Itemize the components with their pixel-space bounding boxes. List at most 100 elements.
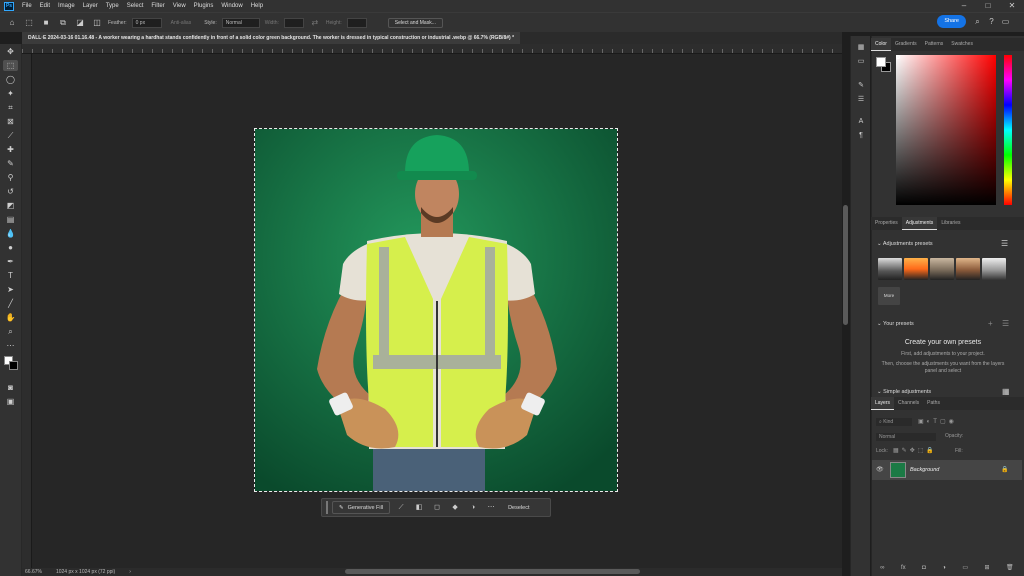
history-brush-tool-icon[interactable]: ↺ [3,186,18,197]
drag-handle[interactable] [326,501,328,514]
path-selection-tool-icon[interactable]: ➤ [3,284,18,295]
simple-adjustments-heading[interactable]: ⌄ Simple adjustments [877,389,931,395]
menu-filter[interactable]: Filter [147,3,168,9]
vertical-scrollbar[interactable] [843,205,848,325]
more-presets-button[interactable]: More [878,287,900,305]
your-presets-heading[interactable]: ⌄ Your presets [877,321,914,327]
tab-adjustments[interactable]: Adjustments [901,217,938,230]
fill-selection-icon[interactable]: ◆ [448,501,462,514]
adjustment-layer-icon[interactable]: ◑ [942,562,946,574]
tab-properties[interactable]: Properties [871,217,902,230]
tab-swatches[interactable]: Swatches [947,38,977,51]
adjustments-presets-heading[interactable]: ⌄ Adjustments presets [877,241,933,247]
home-icon[interactable]: ⌂ [6,17,18,29]
layer-visibility-eye-icon[interactable]: 👁 [876,466,884,473]
lasso-tool-icon[interactable]: ◯ [3,74,18,85]
status-arrow-icon[interactable]: › [129,568,131,576]
delete-layer-icon[interactable]: 🗑 [1006,562,1014,574]
gradient-tool-icon[interactable]: ▤ [3,214,18,225]
add-preset-icon[interactable]: + [988,319,993,328]
eraser-tool-icon[interactable]: ◩ [3,200,18,211]
background-color-swatch[interactable] [9,361,18,370]
paragraph-icon[interactable]: ¶ [855,130,867,141]
hue-slider[interactable] [1004,55,1012,205]
history-icon[interactable]: ▦ [855,42,867,53]
line-tool-icon[interactable]: ╱ [3,298,18,309]
menu-layer[interactable]: Layer [79,3,102,9]
close-button[interactable]: ✕ [1000,0,1024,12]
tab-libraries[interactable]: Libraries [937,217,964,230]
preset-thumb-sepia[interactable] [930,258,954,280]
properties-sliders-icon[interactable]: ☰ [855,94,867,105]
document-tab[interactable]: DALL·E 2024-03-16 01.16.48 - A worker we… [22,32,521,44]
tab-gradients[interactable]: Gradients [891,38,921,51]
document-image[interactable] [254,128,618,492]
swap-icon[interactable]: ⇄ [309,17,321,29]
menu-view[interactable]: View [169,3,190,9]
lock-icons[interactable]: ▦✎✥⬚🔒 [893,447,937,454]
grid-view-icon[interactable]: ▦ [1002,387,1010,396]
width-input[interactable] [283,17,304,28]
preset-thumb-warm[interactable] [904,258,928,280]
panel-foreground-swatch[interactable] [876,57,886,67]
color-picker-handle[interactable] [896,55,900,59]
move-tool-icon[interactable]: ✥ [3,46,18,57]
menu-edit[interactable]: Edit [36,3,54,9]
maximize-button[interactable]: □ [976,0,1000,12]
modify-selection-icon[interactable]: ⟋ [394,501,408,514]
blur-tool-icon[interactable]: 💧 [3,228,18,239]
preset-thumb-bw[interactable] [878,258,902,280]
marquee-preset-icon[interactable]: ⬚ [23,17,35,29]
eyedropper-tool-icon[interactable]: ⟋ [3,130,18,141]
horizontal-scrollbar[interactable] [345,569,640,574]
link-layers-icon[interactable]: ∞ [880,562,884,574]
layer-name[interactable]: Background [910,467,939,473]
new-selection-icon[interactable]: ■ [40,17,52,29]
tab-color[interactable]: Color [871,38,891,51]
screen-mode-icon[interactable]: ▣ [3,396,18,407]
workspace-icon[interactable]: ▭ [1000,16,1011,27]
object-selection-tool-icon[interactable]: ✦ [3,88,18,99]
zoom-level[interactable]: 66.67% [25,568,42,576]
new-layer-icon[interactable]: ⊞ [985,562,990,574]
color-field[interactable] [896,55,996,205]
menu-window[interactable]: Window [217,3,246,9]
brush-settings-icon[interactable]: ✎ [855,80,867,91]
marquee-tool-icon[interactable]: ⬚ [3,60,18,71]
quick-mask-icon[interactable]: ◙ [3,382,18,393]
zoom-tool-icon[interactable]: ⌕ [3,326,18,337]
layer-filter-kind[interactable]: ⌕ Kind [876,418,912,426]
more-tools-icon[interactable]: ⋯ [3,340,18,351]
comments-icon[interactable]: ▭ [855,56,867,67]
dodge-tool-icon[interactable]: ● [3,242,18,253]
menu-plugins[interactable]: Plugins [190,3,218,9]
new-group-icon[interactable]: ▭ [962,562,968,574]
frame-tool-icon[interactable]: ⊠ [3,116,18,127]
tab-channels[interactable]: Channels [894,397,923,410]
layer-lock-icon[interactable]: 🔒 [1001,466,1008,473]
height-input[interactable] [346,17,367,28]
deselect-button[interactable]: Deselect [508,505,529,511]
menu-help[interactable]: Help [247,3,267,9]
intersect-selection-icon[interactable]: ◫ [91,17,103,29]
preset-thumb-vintage[interactable] [956,258,980,280]
pen-tool-icon[interactable]: ✒ [3,256,18,267]
crop-tool-icon[interactable]: ⌗ [3,102,18,113]
clone-stamp-tool-icon[interactable]: ⚲ [3,172,18,183]
generative-fill-button[interactable]: ✎ Generative Fill [332,501,391,514]
search-icon[interactable]: ⌕ [972,16,983,27]
character-icon[interactable]: A [855,116,867,127]
mask-icon[interactable]: ◻ [430,501,444,514]
menu-type[interactable]: Type [102,3,123,9]
preset-thumb-fade[interactable] [982,258,1006,280]
menu-file[interactable]: File [18,3,36,9]
layer-filter-icons[interactable]: ▣◐T▢◉ [918,418,957,425]
more-options-icon[interactable]: ⋯ [484,501,498,514]
type-tool-icon[interactable]: T [3,270,18,281]
menu-image[interactable]: Image [54,3,79,9]
menu-select[interactable]: Select [123,3,148,9]
layer-style-icon[interactable]: fx [901,562,906,574]
subtract-selection-icon[interactable]: ◪ [74,17,86,29]
tab-layers[interactable]: Layers [871,397,895,410]
tab-paths[interactable]: Paths [923,397,944,410]
